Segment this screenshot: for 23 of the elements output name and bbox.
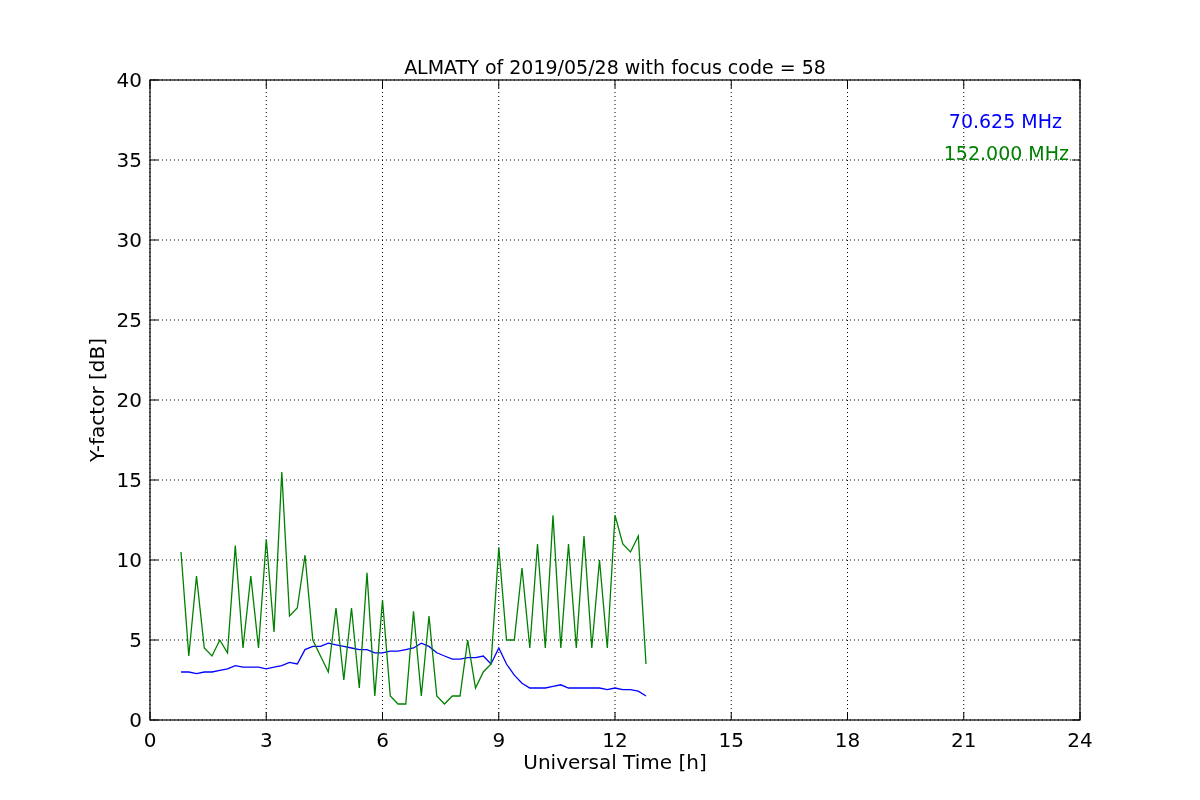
legend-label: 70.625 MHz (948, 110, 1062, 132)
x-tick-label: 3 (259, 728, 273, 752)
x-tick-label: 6 (376, 728, 389, 752)
y-tick-label: 25 (116, 308, 142, 332)
chart-title: ALMATY of 2019/05/28 with focus code = 58 (404, 56, 826, 78)
x-tick-label: 9 (492, 728, 506, 752)
x-tick-label: 24 (1067, 728, 1093, 752)
x-tick-label: 18 (834, 728, 861, 752)
y-tick-label: 35 (116, 148, 142, 172)
y-tick-label: 0 (129, 708, 142, 732)
y-tick-label: 15 (116, 468, 142, 492)
x-axis-label: Universal Time [h] (523, 750, 707, 774)
x-tick-label: 12 (602, 728, 628, 752)
y-tick-label: 30 (116, 228, 142, 252)
x-tick-label: 0 (143, 728, 157, 752)
y-tick-label: 10 (116, 548, 142, 572)
x-tick-label: 15 (718, 728, 744, 752)
y-tick-label: 5 (129, 628, 142, 652)
y-tick-label: 40 (116, 68, 142, 92)
y-axis-label: Y-factor [dB] (85, 338, 109, 462)
y-tick-label: 20 (116, 388, 142, 412)
legend-label: 152.000 MHz (943, 142, 1069, 164)
x-tick-label: 21 (951, 728, 977, 752)
